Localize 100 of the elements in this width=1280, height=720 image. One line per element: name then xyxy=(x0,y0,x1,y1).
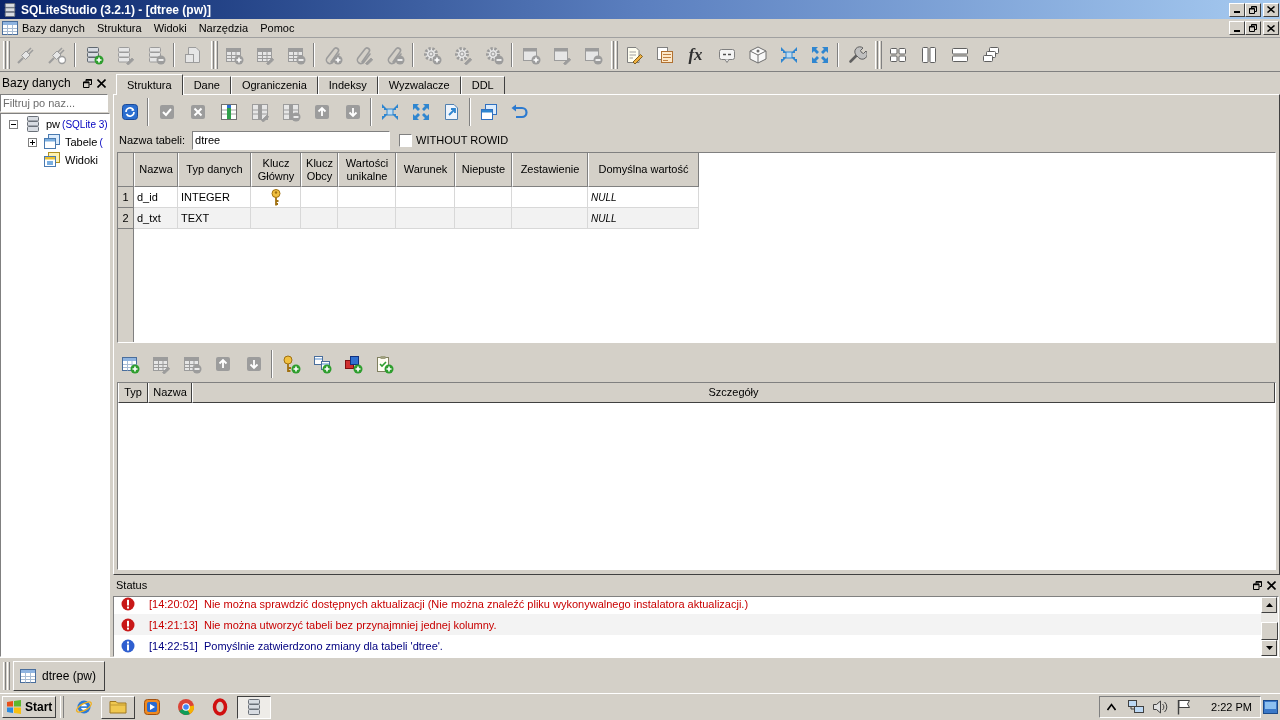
tree-item[interactable]: Widoki xyxy=(65,151,98,169)
menu-item[interactable]: Struktura xyxy=(91,19,148,37)
float-icon[interactable] xyxy=(1253,581,1262,590)
key-plus-icon[interactable] xyxy=(280,353,301,374)
scroll-up-button[interactable] xyxy=(1261,597,1277,613)
tree-item-detail: ( xyxy=(99,135,103,150)
pages-icon[interactable] xyxy=(654,44,675,65)
wrench-icon[interactable] xyxy=(846,44,867,65)
menu-item[interactable]: Bazy danych xyxy=(16,19,91,37)
column-header[interactable]: Nazwa xyxy=(148,383,192,403)
scrollbar[interactable] xyxy=(1261,597,1278,656)
tab[interactable]: Struktura xyxy=(116,74,183,95)
tab[interactable]: Indeksy xyxy=(317,76,378,94)
column-header[interactable]: Nazwa xyxy=(134,153,178,187)
cube-icon[interactable] xyxy=(747,44,768,65)
tab[interactable]: DDL xyxy=(460,76,505,94)
column-header[interactable]: Warunek xyxy=(396,153,455,187)
tab[interactable]: Ograniczenia xyxy=(230,76,318,94)
error-icon xyxy=(121,617,135,632)
table-row[interactable]: d_id INTEGER NULL xyxy=(134,187,699,208)
close-button[interactable] xyxy=(1263,21,1279,35)
scroll-down-button[interactable] xyxy=(1261,640,1277,656)
ring-icon[interactable] xyxy=(211,698,230,716)
table-name-field[interactable]: dtree xyxy=(192,130,391,150)
message-time: [14:22:51] xyxy=(149,639,198,652)
minimize-icon xyxy=(1234,29,1240,32)
column-header[interactable]: Niepuste xyxy=(455,153,512,187)
table-cell-text: INTEGER xyxy=(181,189,230,205)
scrollbar-thumb[interactable] xyxy=(1261,622,1278,640)
column-header[interactable]: Wartości unikalne xyxy=(338,153,396,187)
blocks-plus-icon[interactable] xyxy=(342,353,363,374)
menu-item[interactable]: Narzędzia xyxy=(192,19,255,37)
row-number: 1 xyxy=(118,187,133,208)
minimize-button[interactable] xyxy=(1229,2,1245,17)
column-header[interactable]: Klucz Obcy xyxy=(301,153,338,187)
chevron-up-icon[interactable] xyxy=(1107,703,1117,711)
filter-field[interactable]: Filtruj po naz... xyxy=(0,94,108,112)
window-button[interactable]: dtree (pw) xyxy=(13,660,106,691)
tab[interactable]: Dane xyxy=(182,76,231,94)
flag-icon[interactable] xyxy=(1177,699,1192,715)
close-button[interactable] xyxy=(1263,2,1279,17)
column-header[interactable]: Typ danych xyxy=(178,153,251,187)
app-icon xyxy=(3,2,17,17)
cascade-windows-icon[interactable] xyxy=(980,44,1001,65)
minimize-icon xyxy=(1234,11,1240,13)
round-logo-icon[interactable] xyxy=(177,698,196,716)
table-cell-text: NULL xyxy=(591,190,617,205)
column-header[interactable]: Typ xyxy=(118,383,148,403)
minimize-button[interactable] xyxy=(1229,21,1245,35)
message-text: Nie można utworzyć tabeli bez przynajmniej jednej kolumny. xyxy=(203,618,497,631)
expand-icon[interactable] xyxy=(28,137,37,147)
close-icon xyxy=(1267,6,1275,13)
menu-item[interactable]: Pomoc xyxy=(254,19,301,37)
info-icon xyxy=(121,638,135,653)
close-icon[interactable] xyxy=(1267,581,1276,590)
network-icon[interactable] xyxy=(1128,699,1145,715)
message-time: [14:21:13] xyxy=(149,618,198,631)
restore-button[interactable] xyxy=(1245,2,1261,17)
start-logo-icon xyxy=(6,700,22,714)
checkbox-label[interactable]: WITHOUT ROWID xyxy=(416,131,509,149)
windows-icon[interactable] xyxy=(478,101,499,122)
refresh-icon[interactable] xyxy=(119,101,140,122)
restore-button[interactable] xyxy=(1245,21,1261,35)
arrows-out-icon[interactable] xyxy=(410,101,431,122)
collapse-icon[interactable] xyxy=(9,119,18,129)
arrows-in-icon[interactable] xyxy=(778,44,799,65)
tables-icon xyxy=(44,134,60,150)
table-row[interactable]: d_txt TEXT NULL xyxy=(134,208,699,229)
menu-item[interactable]: Widoki xyxy=(147,19,193,37)
show-desktop-icon[interactable] xyxy=(1263,700,1278,714)
play-icon[interactable] xyxy=(143,698,162,716)
taskbar-button[interactable] xyxy=(237,695,272,719)
column-icon[interactable] xyxy=(218,101,239,122)
table-cell-text: d_txt xyxy=(137,210,161,226)
speaker-icon[interactable] xyxy=(1152,699,1169,715)
table-cell-text: TEXT xyxy=(181,210,210,226)
column-header[interactable]: Szczegóły xyxy=(192,383,1275,403)
arrows-in-icon[interactable] xyxy=(379,101,400,122)
tab[interactable]: Wyzwalacze xyxy=(377,76,461,94)
tree-item[interactable]: Tabele xyxy=(65,133,98,151)
column-header[interactable]: Zestawienie xyxy=(512,153,588,187)
column-header[interactable]: Domyślna wartość xyxy=(588,153,699,187)
field-label: Nazwa tabeli: xyxy=(119,132,186,148)
close-icon[interactable] xyxy=(97,78,106,88)
checkbox[interactable] xyxy=(399,133,413,147)
tree-item[interactable]: pw xyxy=(46,115,61,133)
row-number: 2 xyxy=(118,208,133,229)
restore-icon xyxy=(1249,24,1257,32)
window-title: SQLiteStudio (3.2.1) - [dtree (pw)] xyxy=(21,1,211,19)
table-icon xyxy=(20,667,36,684)
arrows-out-icon[interactable] xyxy=(809,44,830,65)
functions-button[interactable]: fx xyxy=(686,43,705,66)
globe-icon[interactable] xyxy=(75,698,94,716)
float-icon[interactable] xyxy=(83,78,92,88)
panel-title: Status xyxy=(116,578,148,594)
tables-plus-icon[interactable] xyxy=(311,353,332,374)
folder-icon xyxy=(109,698,128,716)
start-button[interactable]: Start xyxy=(2,696,57,718)
column-header[interactable]: Klucz Główny xyxy=(251,153,301,187)
message-time: [14:20:02] xyxy=(149,597,198,610)
